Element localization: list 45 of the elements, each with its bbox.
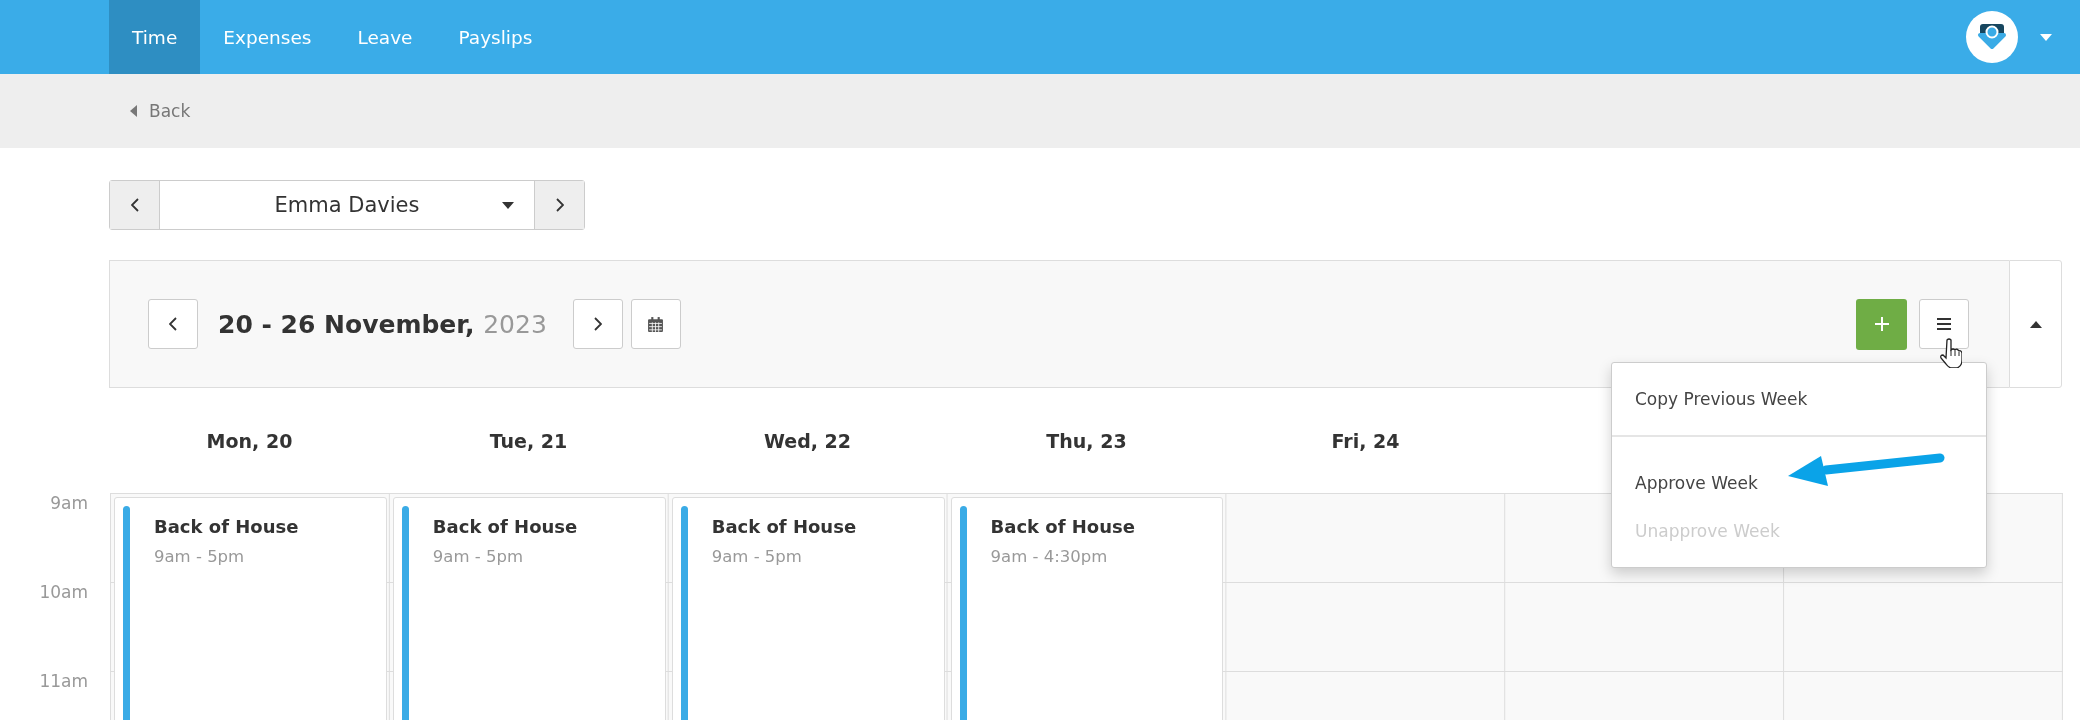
time-label: 11am xyxy=(39,671,88,691)
shift-title: Back of House xyxy=(432,516,578,537)
back-link[interactable]: Back xyxy=(130,101,191,121)
shift-time: 9am - 5pm xyxy=(154,547,246,566)
previous-employee-button[interactable] xyxy=(110,181,160,229)
day-header: Fri, 24 xyxy=(1331,429,1400,452)
shift-title: Back of House xyxy=(990,516,1135,537)
shift-time: 9am - 4:30pm xyxy=(990,547,1109,566)
add-button[interactable] xyxy=(1856,298,1907,350)
chevron-right-icon xyxy=(555,198,564,212)
chevron-left-icon xyxy=(130,198,139,212)
next-week-button[interactable] xyxy=(572,299,623,349)
previous-week-button[interactable] xyxy=(148,299,198,349)
chevron-left-icon xyxy=(169,317,177,331)
caret-left-icon xyxy=(130,105,137,117)
shift-card[interactable]: Back of House 9am - 5pm xyxy=(392,497,666,720)
day-header: Mon, 20 xyxy=(206,429,293,452)
menu-item[interactable]: Approve Week xyxy=(1612,459,1986,507)
shift-time: 9am - 5pm xyxy=(711,547,803,566)
day-header: Thu, 23 xyxy=(1046,429,1127,452)
caret-up-icon xyxy=(2029,320,2042,328)
shift-card[interactable]: Back of House 9am - 5pm xyxy=(114,497,387,720)
calendar-icon xyxy=(647,315,665,333)
day-header: Wed, 22 xyxy=(763,429,851,452)
shift-title: Back of House xyxy=(154,516,299,537)
collapse-button[interactable] xyxy=(2009,260,2062,388)
caret-down-icon xyxy=(502,201,514,209)
menu-item[interactable]: Copy Previous Week xyxy=(1612,375,1986,423)
day-header: Tue, 21 xyxy=(489,429,568,452)
calendar-button[interactable] xyxy=(630,299,681,349)
caret-icon[interactable] xyxy=(2040,33,2052,41)
next-employee-button[interactable] xyxy=(534,181,584,229)
shift-card[interactable]: Back of House 9am - 5pm xyxy=(671,497,945,720)
time-label: 10am xyxy=(39,582,88,602)
menu-icon xyxy=(1937,318,1951,330)
time-label: 9am xyxy=(50,493,88,513)
menu-button[interactable] xyxy=(1919,299,1969,349)
chevron-right-icon xyxy=(593,317,602,331)
shift-title: Back of House xyxy=(711,516,857,537)
week-title: 20 - 26 November, 2023 xyxy=(218,309,547,339)
plus-icon xyxy=(1874,317,1889,331)
shift-time: 9am - 5pm xyxy=(432,547,524,566)
avatar-icon[interactable] xyxy=(1966,11,2018,63)
nav-tab[interactable]: Time xyxy=(109,0,201,74)
shift-card[interactable]: Back of House 9am - 4:30pm xyxy=(950,497,1224,720)
